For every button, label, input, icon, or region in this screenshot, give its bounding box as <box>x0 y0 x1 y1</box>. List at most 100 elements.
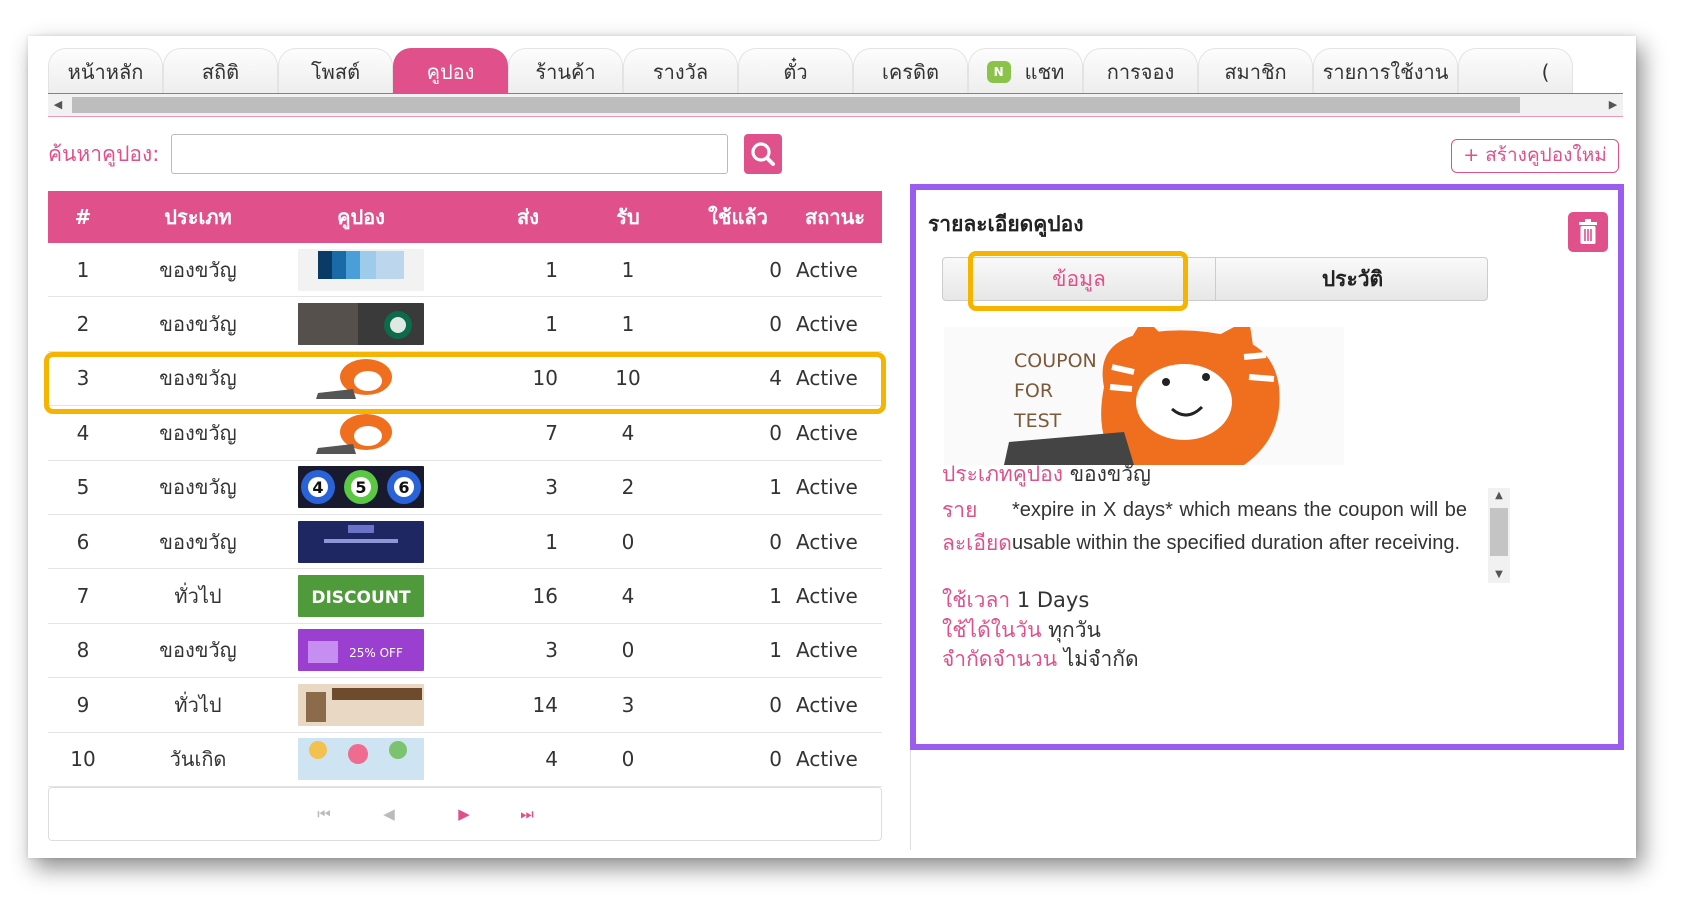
tab-label: เครดิต <box>882 60 939 84</box>
row-number: 4 <box>76 420 90 445</box>
scroll-right-icon[interactable]: ▶ <box>1603 94 1623 116</box>
svg-text:6: 6 <box>398 478 409 497</box>
prev-page-icon[interactable]: ◀ <box>379 804 399 824</box>
col-header-sent[interactable]: ส่ง <box>488 191 568 243</box>
scroll-up-icon[interactable]: ▲ <box>1488 488 1510 504</box>
table-row[interactable]: 7 ทั่วไป DISCOUNT 16 4 1 Active <box>48 569 882 624</box>
tab-label: สถิติ <box>201 60 240 84</box>
table-row[interactable]: 8 ของขวัญ 25% OFF 3 0 1 Active <box>48 623 882 679</box>
status-text: Active <box>796 638 858 663</box>
limit-row: จำกัดจำนวน ไม่จำกัด <box>942 643 1139 676</box>
tab-label: แชท <box>1024 60 1065 84</box>
tab-more[interactable]: ( <box>1458 48 1573 94</box>
coupon-thumbnail: 25% OFF <box>298 624 424 677</box>
table-body: 1 ของขวัญ 1 1 0 Active 2 ของขวัญ 1 1 0 Active 3 ของขว… <box>48 243 882 787</box>
row-number: 9 <box>76 692 90 717</box>
chat-icon: N <box>986 60 1011 83</box>
status-text: Active <box>796 747 858 772</box>
table-row[interactable]: 9 ทั่วไป 14 3 0 Active <box>48 678 882 733</box>
table-row[interactable]: 6 ของขวัญ 1 0 0 Active <box>48 514 882 570</box>
tab-label: ร้านค้า <box>535 60 596 84</box>
tab-posts[interactable]: โพสต์ <box>278 48 393 94</box>
divider <box>48 116 1623 117</box>
tiger-coupon-image <box>298 411 424 454</box>
pagination: ⏮ ◀ ▶ ⏭ <box>48 787 882 841</box>
search-button[interactable] <box>744 134 782 174</box>
tab-rewards[interactable]: รางวัล <box>623 48 738 94</box>
col-header-status[interactable]: สถานะ <box>788 191 882 243</box>
received-count: 4 <box>621 420 635 445</box>
description-scrollbar[interactable]: ▲ ▼ <box>1488 488 1510 583</box>
coupon-type-label: ประเภทคูปอง <box>942 462 1063 486</box>
tab-stats[interactable]: สถิติ <box>163 48 278 94</box>
tab-scrollbar[interactable]: ◀ ▶ <box>48 94 1623 116</box>
tab-label: หน้าหลัก <box>67 60 144 84</box>
tab-coupons[interactable]: คูปอง <box>393 48 508 94</box>
table-row[interactable]: 4 ของขวัญ 7 4 0 Active <box>48 406 882 461</box>
scroll-left-icon[interactable]: ◀ <box>48 94 68 116</box>
scroll-thumb[interactable] <box>72 97 1520 113</box>
scroll-thumb[interactable] <box>1490 508 1508 556</box>
delete-button[interactable] <box>1568 212 1608 252</box>
tab-members[interactable]: สมาชิก <box>1198 48 1313 94</box>
tab-history[interactable]: ประวัติ <box>1215 258 1489 300</box>
shopping-cart-image: 25% OFF <box>298 629 424 672</box>
tab-chat[interactable]: N แชท <box>968 48 1083 94</box>
svg-text:4: 4 <box>312 478 323 497</box>
coupon-table: # ประเภท คูปอง ส่ง รับ ใช้แล้ว สถานะ 1 ขอ… <box>48 191 882 787</box>
duration-row: ใช้เวลา 1 Days <box>942 584 1089 617</box>
last-page-icon[interactable]: ⏭ <box>517 804 537 824</box>
received-count: 4 <box>621 584 635 609</box>
coupon-type-row: ประเภทคูปอง ของขวัญ <box>942 458 1151 491</box>
col-header-used[interactable]: ใช้แล้ว <box>688 191 788 243</box>
table-row[interactable]: 10 วันเกิด 4 0 0 Active <box>48 732 882 787</box>
svg-text:25% OFF: 25% OFF <box>349 646 403 660</box>
create-coupon-button[interactable]: + สร้างคูปองใหม่ <box>1451 139 1619 173</box>
coupon-thumbnail <box>298 678 424 731</box>
tiger-mascot-image: COUPON FOR TEST <box>944 327 1344 465</box>
coupon-type: วันเกิด <box>169 747 227 772</box>
lottery-balls-image: 4 5 6 <box>298 466 424 509</box>
tab-shop[interactable]: ร้านค้า <box>508 48 623 94</box>
table-row[interactable]: 5 ของขวัญ 4 5 6 3 2 1 Active <box>48 460 882 515</box>
tab-home[interactable]: หน้าหลัก <box>48 48 163 94</box>
tab-booking[interactable]: การจอง <box>1083 48 1198 94</box>
pantone-swatches-image <box>298 248 424 291</box>
received-count: 0 <box>621 747 635 772</box>
table-header: # ประเภท คูปอง ส่ง รับ ใช้แล้ว สถานะ <box>48 191 882 243</box>
coupon-detail-panel: รายละเอียดคูปอง ข้อมูล ประวัติ COUPON FO… <box>910 184 1624 750</box>
row-number: 6 <box>76 529 90 554</box>
used-count: 0 <box>769 747 782 772</box>
tab-tickets[interactable]: ตั๋ว <box>738 48 853 94</box>
col-header-received[interactable]: รับ <box>578 191 678 243</box>
scroll-down-icon[interactable]: ▼ <box>1488 567 1510 583</box>
used-count: 0 <box>769 529 782 554</box>
tab-label: การจอง <box>1106 60 1175 84</box>
next-page-icon[interactable]: ▶ <box>454 804 474 824</box>
sent-count: 3 <box>545 638 558 663</box>
used-count: 0 <box>769 420 782 445</box>
tab-usage[interactable]: รายการใช้งาน <box>1313 48 1458 94</box>
search-label: ค้นหาคูปอง: <box>48 142 160 166</box>
table-row[interactable]: 1 ของขวัญ 1 1 0 Active <box>48 243 882 298</box>
received-count: 2 <box>621 475 635 500</box>
birthday-image <box>298 738 424 781</box>
coupon-thumbnail <box>298 515 424 568</box>
col-header-coupon[interactable]: คูปอง <box>298 191 424 243</box>
status-text: Active <box>796 529 858 554</box>
col-header-num[interactable]: # <box>48 191 118 243</box>
trash-icon <box>1579 219 1597 244</box>
coupon-thumbnail <box>298 297 424 350</box>
tab-credit[interactable]: เครดิต <box>853 48 968 94</box>
col-header-type[interactable]: ประเภท <box>118 191 278 243</box>
coupon-type: ของขวัญ <box>159 312 237 337</box>
used-count: 1 <box>769 475 782 500</box>
search-input[interactable] <box>171 134 728 174</box>
row-number: 10 <box>70 747 96 772</box>
first-page-icon[interactable]: ⏮ <box>314 804 334 824</box>
status-text: Active <box>796 312 858 337</box>
used-count: 1 <box>769 638 782 663</box>
table-row[interactable]: 2 ของขวัญ 1 1 0 Active <box>48 297 882 352</box>
selected-row-highlight <box>44 352 886 414</box>
sent-count: 14 <box>532 692 558 717</box>
